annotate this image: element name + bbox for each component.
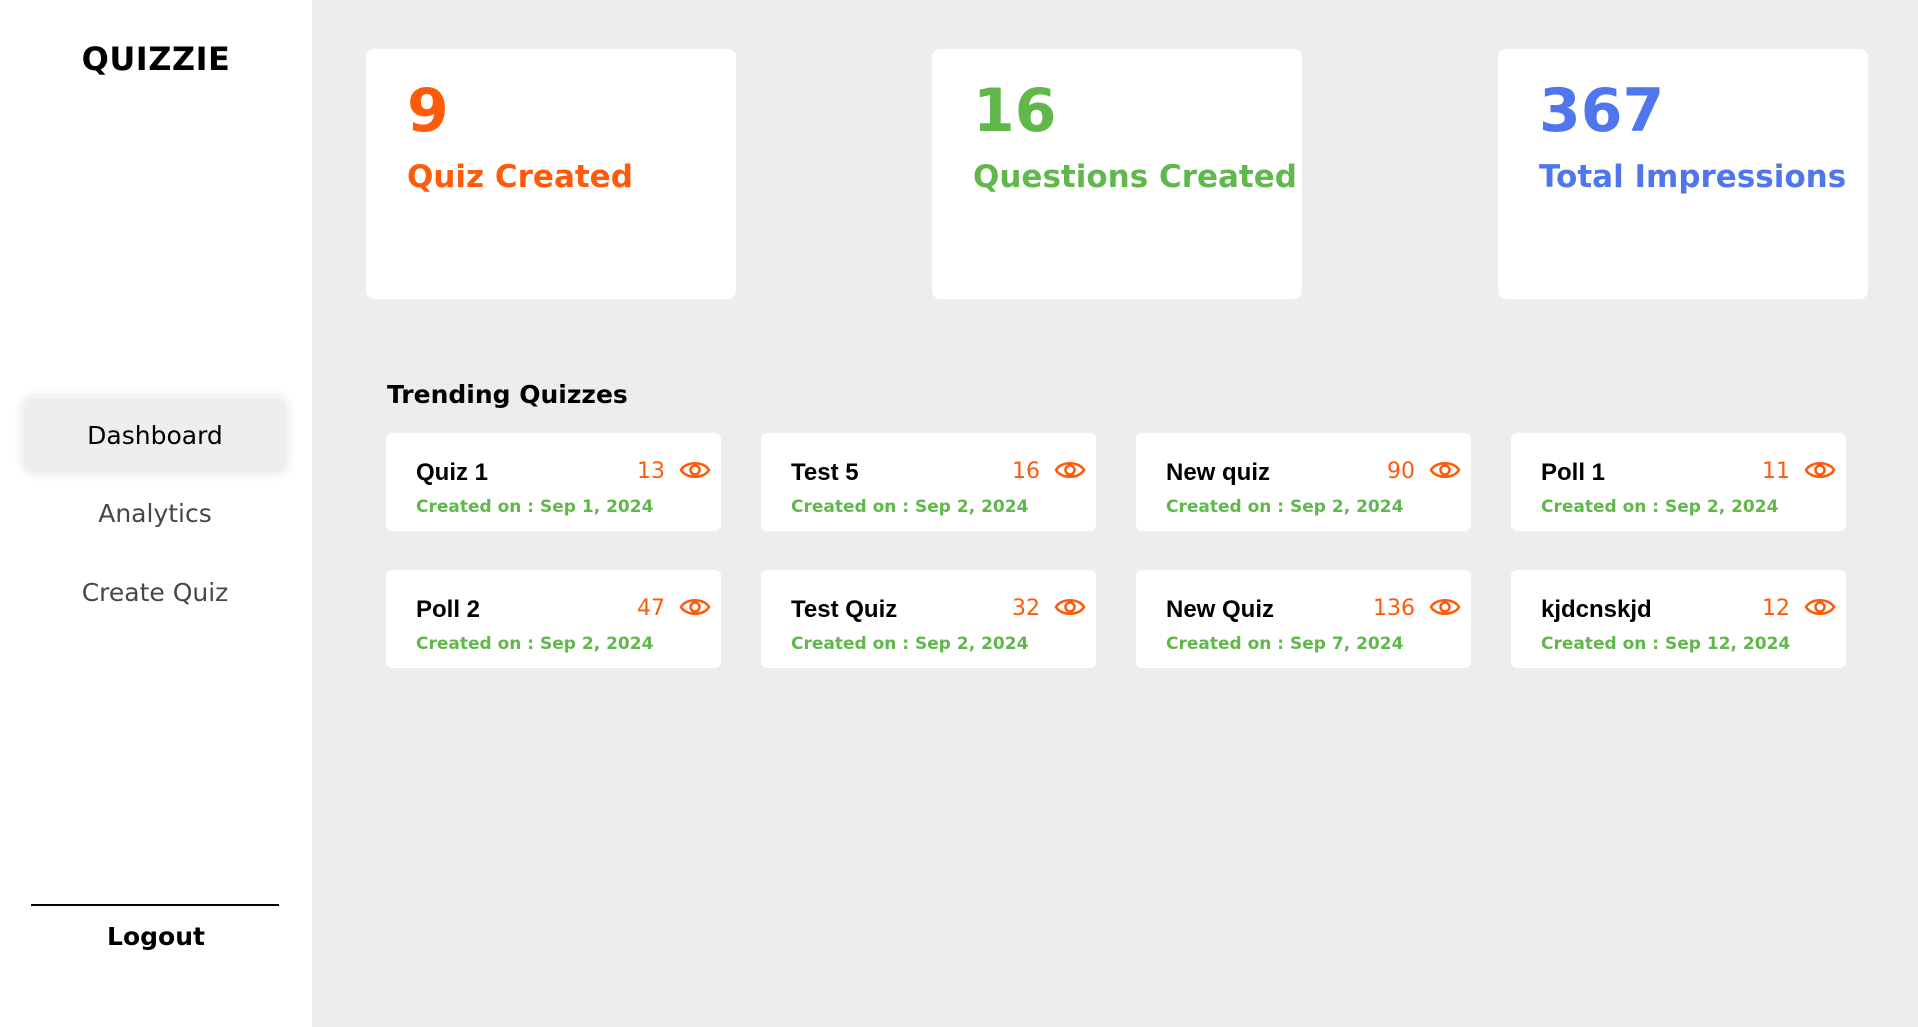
- quiz-created-date: Created on : Sep 2, 2024: [791, 634, 1029, 654]
- stat-label: Questions Created: [973, 159, 1297, 195]
- eye-icon: [1804, 599, 1836, 615]
- impression-count: 13: [637, 459, 665, 484]
- sidebar-item-create-quiz[interactable]: Create Quiz: [23, 554, 287, 630]
- logout-button[interactable]: Logout: [0, 922, 312, 951]
- app-root: QUIZZIE Dashboard Analytics Create Quiz …: [0, 0, 1918, 1027]
- stat-value: 367: [1539, 76, 1665, 146]
- stat-card-quizzes: 9 Quiz Created: [366, 49, 736, 299]
- quiz-name: New quiz: [1166, 459, 1271, 486]
- quiz-name: Quiz 1: [416, 459, 489, 486]
- eye-icon: [1054, 462, 1086, 478]
- quiz-name: kjdcnskjd: [1541, 596, 1652, 623]
- trending-quiz-card[interactable]: New quiz 90 Created on : Sep 2, 2024: [1136, 433, 1471, 531]
- stat-label: Total Impressions: [1539, 159, 1847, 195]
- quiz-name: New Quiz: [1166, 596, 1275, 623]
- quiz-created-date: Created on : Sep 12, 2024: [1541, 634, 1791, 654]
- quiz-created-date: Created on : Sep 2, 2024: [416, 634, 654, 654]
- impression-count: 136: [1373, 596, 1415, 621]
- eye-icon: [1429, 599, 1461, 615]
- trending-quiz-card[interactable]: Test Quiz 32 Created on : Sep 2, 2024: [761, 570, 1096, 668]
- trending-quiz-card[interactable]: Poll 1 11 Created on : Sep 2, 2024: [1511, 433, 1846, 531]
- trending-quiz-card[interactable]: Poll 2 47 Created on : Sep 2, 2024: [386, 570, 721, 668]
- stat-value: 9: [407, 76, 449, 146]
- trending-quiz-card[interactable]: Quiz 1 13 Created on : Sep 1, 2024: [386, 433, 721, 531]
- stat-label: Quiz Created: [407, 159, 633, 195]
- impression-count: 16: [1012, 459, 1040, 484]
- quiz-created-date: Created on : Sep 2, 2024: [791, 497, 1029, 517]
- impression-count: 47: [637, 596, 665, 621]
- quiz-name: Test 5: [791, 459, 859, 486]
- stat-value: 16: [973, 76, 1057, 146]
- quiz-created-date: Created on : Sep 1, 2024: [416, 497, 654, 517]
- sidebar-item-dashboard[interactable]: Dashboard: [23, 397, 287, 473]
- eye-icon: [679, 462, 711, 478]
- stat-card-questions: 16 Questions Created: [932, 49, 1302, 299]
- sidebar: QUIZZIE Dashboard Analytics Create Quiz …: [0, 0, 312, 1027]
- impression-count: 90: [1387, 459, 1415, 484]
- quiz-name: Test Quiz: [791, 596, 898, 623]
- eye-icon: [1429, 462, 1461, 478]
- impression-count: 11: [1762, 459, 1790, 484]
- sidebar-divider: [31, 904, 279, 906]
- quiz-created-date: Created on : Sep 7, 2024: [1166, 634, 1404, 654]
- trending-quiz-card[interactable]: Test 5 16 Created on : Sep 2, 2024: [761, 433, 1096, 531]
- stat-card-impressions: 367 Total Impressions: [1498, 49, 1868, 299]
- quiz-name: Poll 2: [416, 596, 481, 623]
- quiz-created-date: Created on : Sep 2, 2024: [1166, 497, 1404, 517]
- trending-title: Trending Quizzes: [387, 380, 628, 409]
- eye-icon: [1804, 462, 1836, 478]
- sidebar-item-analytics[interactable]: Analytics: [23, 475, 287, 551]
- trending-quiz-card[interactable]: New Quiz 136 Created on : Sep 7, 2024: [1136, 570, 1471, 668]
- impression-count: 32: [1012, 596, 1040, 621]
- eye-icon: [679, 599, 711, 615]
- impression-count: 12: [1762, 596, 1790, 621]
- eye-icon: [1054, 599, 1086, 615]
- quiz-created-date: Created on : Sep 2, 2024: [1541, 497, 1779, 517]
- trending-quiz-card[interactable]: kjdcnskjd 12 Created on : Sep 12, 2024: [1511, 570, 1846, 668]
- app-logo: QUIZZIE: [81, 40, 231, 78]
- quiz-name: Poll 1: [1541, 459, 1606, 486]
